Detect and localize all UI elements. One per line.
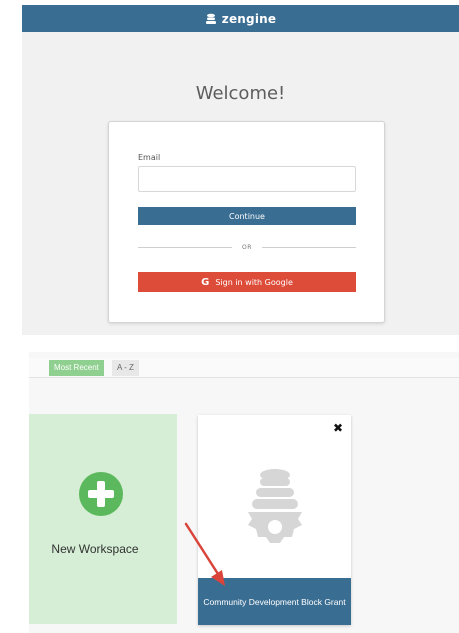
workspace-name: Community Development Block Grant: [203, 596, 346, 607]
brand-logo-icon: [205, 13, 216, 24]
database-gear-icon: [248, 469, 302, 543]
google-signin-label: Sign in with Google: [215, 277, 293, 287]
continue-button-label: Continue: [229, 211, 265, 221]
google-signin-button[interactable]: G Sign in with Google: [138, 272, 356, 292]
login-screenshot: zengine Welcome! Email Continue OR G Sig…: [22, 5, 459, 335]
welcome-heading: Welcome!: [195, 83, 286, 104]
close-icon[interactable]: ✖: [333, 421, 343, 435]
continue-button[interactable]: Continue: [138, 207, 356, 225]
login-card: Email Continue OR G Sign in with Google: [108, 121, 385, 323]
google-icon: G: [201, 276, 210, 288]
workspace-filter-bar: ces Most Recent A - Z: [29, 358, 459, 378]
new-workspace-tile[interactable]: New Workspace: [29, 414, 177, 624]
new-workspace-label: New Workspace: [51, 542, 139, 556]
email-label: Email: [138, 153, 161, 162]
workspace-card[interactable]: ✖ Community Development Block Grant: [198, 415, 351, 625]
workspace-name-bar: Community Development Block Grant: [198, 578, 351, 625]
or-label: OR: [242, 243, 252, 251]
plus-circle-icon: [79, 472, 123, 516]
or-divider: OR: [138, 242, 356, 252]
tab-most-recent[interactable]: Most Recent: [49, 360, 104, 376]
top-bar: zengine: [22, 5, 459, 32]
brand-name[interactable]: zengine: [222, 12, 276, 26]
divider-line-left: [138, 246, 233, 248]
email-field[interactable]: [138, 166, 356, 192]
divider-line-right: [261, 246, 356, 248]
tab-a-z[interactable]: A - Z: [112, 360, 139, 376]
workspace-screenshot: ces Most Recent A - Z New Workspace ✖ Co…: [29, 352, 459, 633]
